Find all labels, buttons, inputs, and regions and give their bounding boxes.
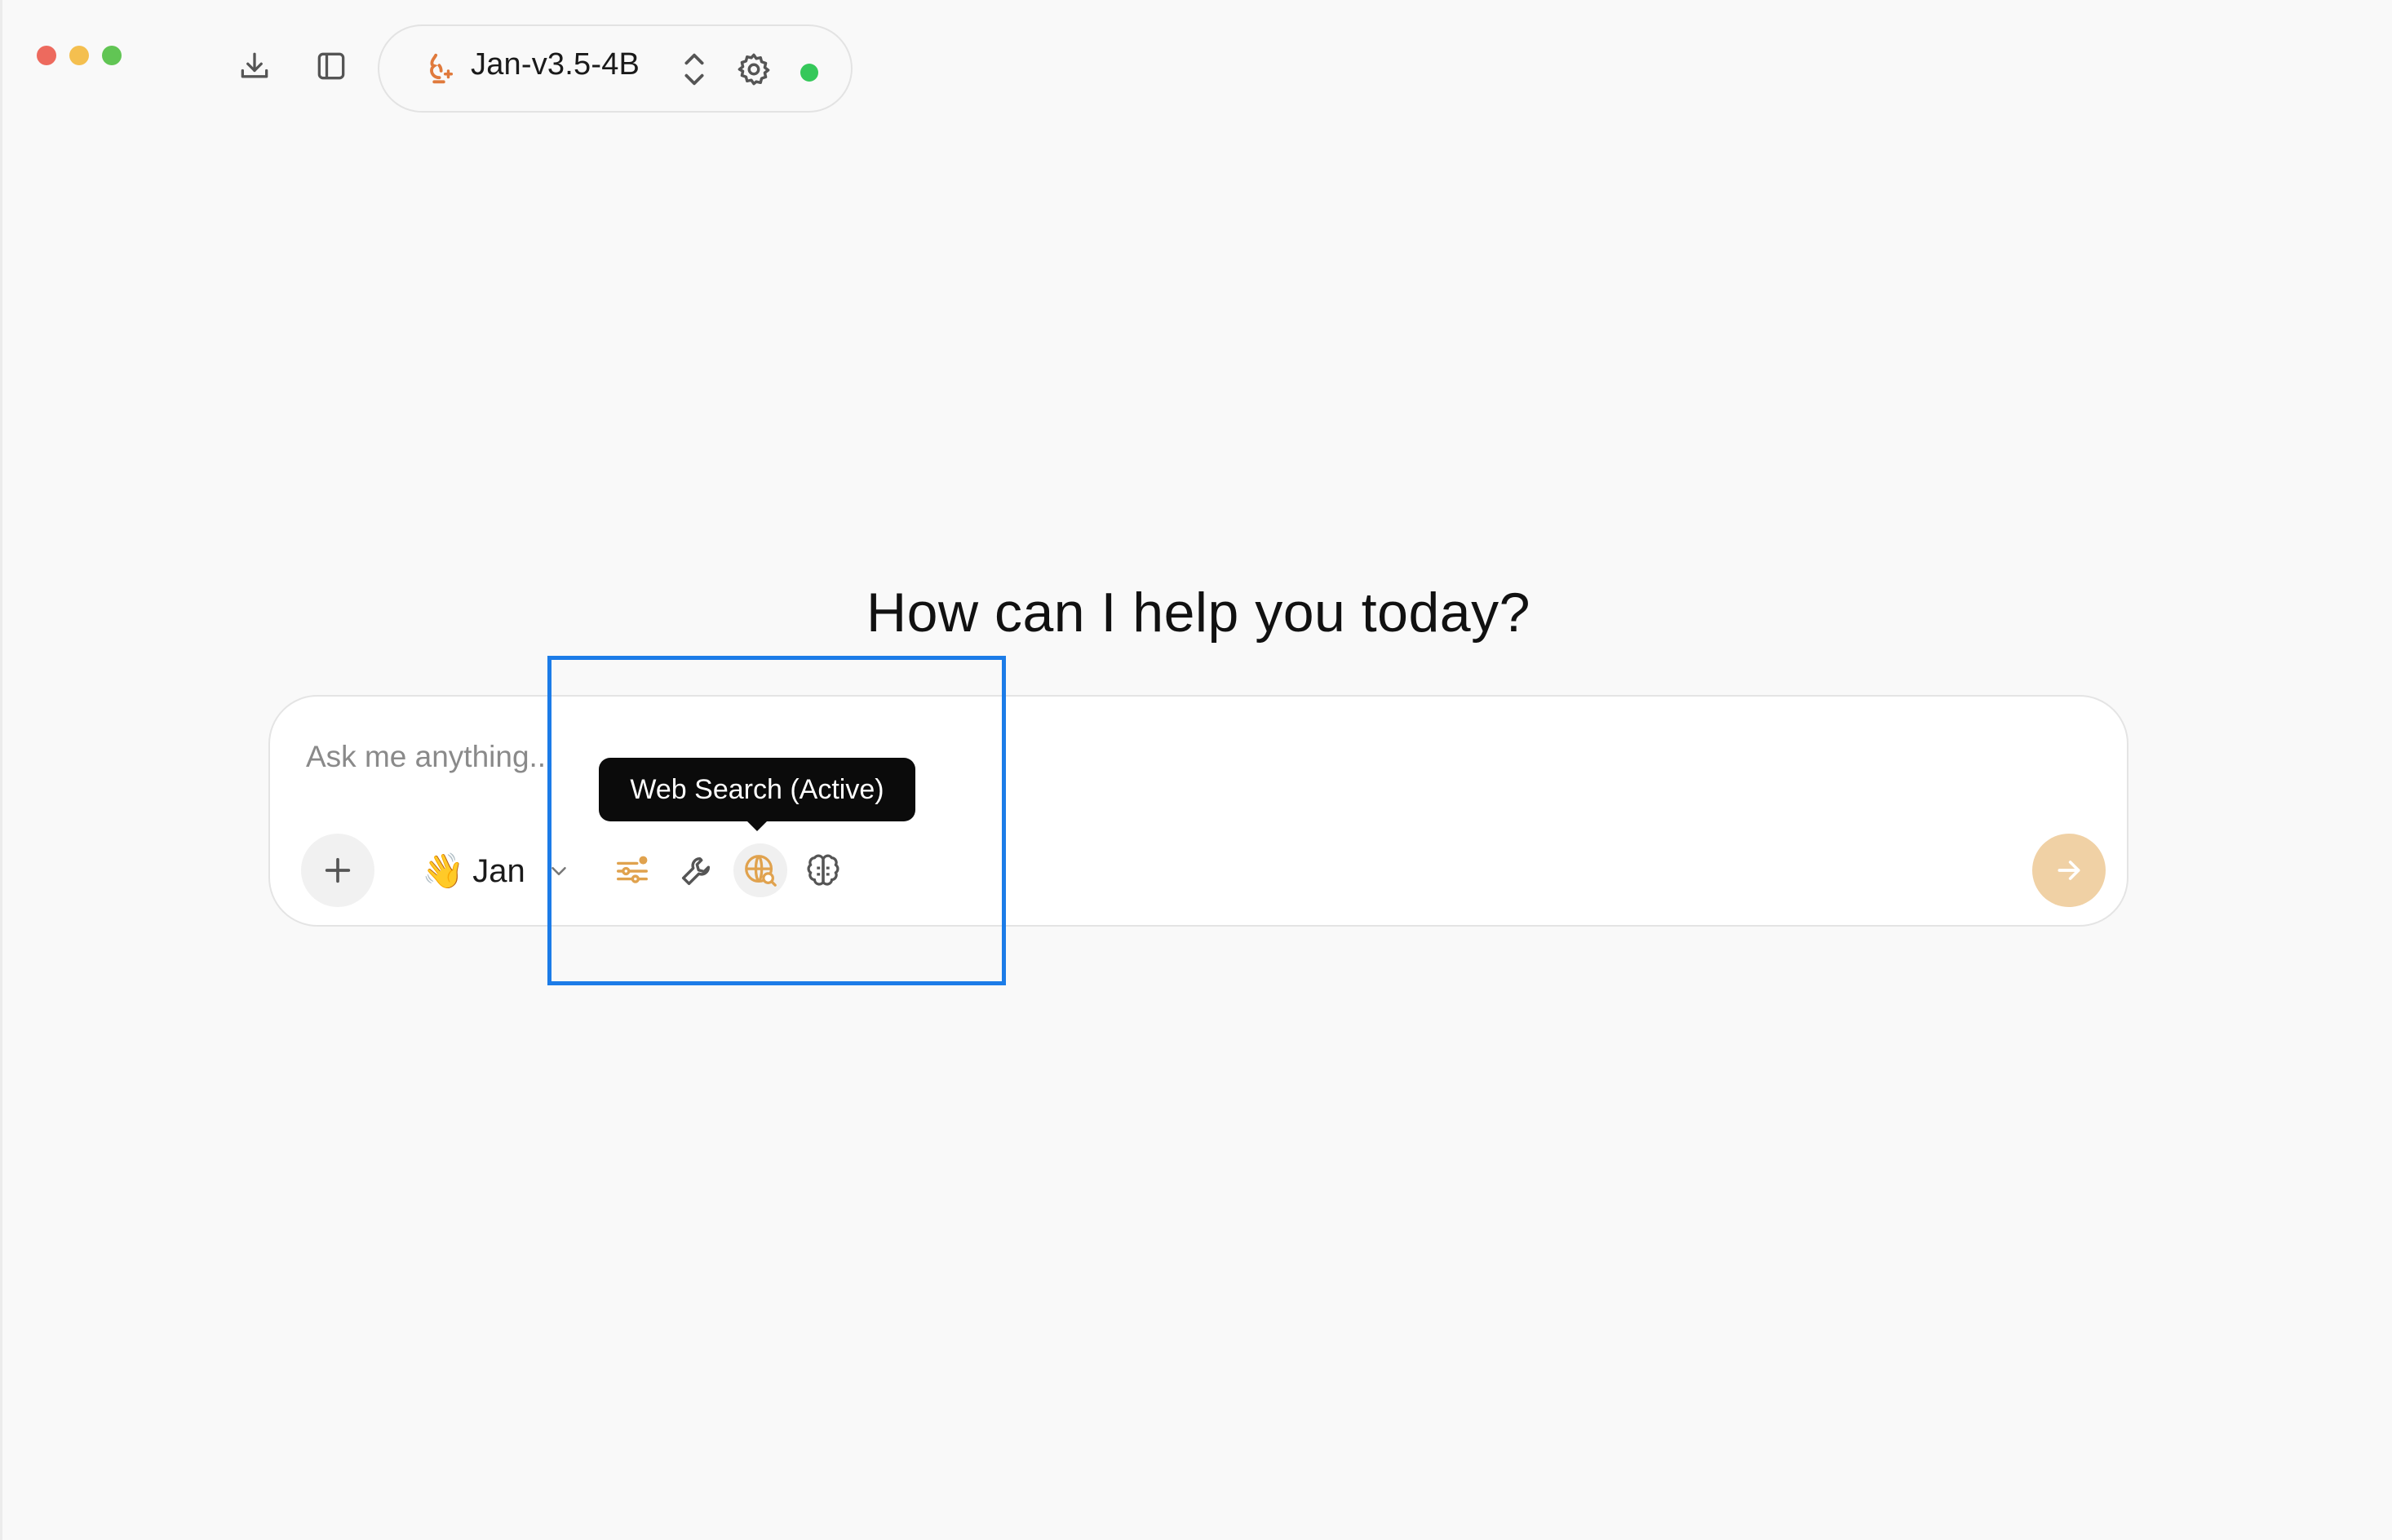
- gear-icon[interactable]: [735, 51, 773, 88]
- sidebar-toggle-icon[interactable]: [312, 47, 350, 85]
- model-status-indicator: [800, 64, 818, 82]
- chevron-down-icon: [551, 867, 566, 875]
- wrench-icon[interactable]: [671, 847, 720, 896]
- chat-composer: 👋 Jan: [268, 695, 2128, 927]
- page-title: How can I help you today?: [866, 582, 1530, 644]
- brain-icon[interactable]: [799, 847, 848, 896]
- chat-input[interactable]: [306, 732, 1938, 781]
- download-icon[interactable]: [236, 47, 273, 85]
- jan-hand-logo-icon: [430, 53, 454, 84]
- globe-search-icon[interactable]: [733, 843, 787, 897]
- model-name: Jan-v3.5-4B: [471, 47, 640, 82]
- window-controls: [37, 46, 122, 65]
- assistant-name: Jan: [472, 852, 525, 889]
- minimize-window-button[interactable]: [69, 46, 89, 65]
- send-button[interactable]: [2032, 834, 2106, 907]
- assistant-selector[interactable]: 👋 Jan: [422, 848, 571, 894]
- chevron-updown-icon: [684, 53, 704, 86]
- add-attachment-button[interactable]: [301, 834, 374, 907]
- close-window-button[interactable]: [37, 46, 56, 65]
- tooltip-arrow: [746, 820, 769, 831]
- arrow-right-icon: [2058, 861, 2080, 880]
- app-window: Jan-v3.5-4B How can I help you today? 👋 …: [0, 0, 2392, 1540]
- sliders-icon[interactable]: [608, 847, 657, 896]
- maximize-window-button[interactable]: [102, 46, 122, 65]
- web-search-tooltip: Web Search (Active): [599, 758, 915, 821]
- waving-hand-icon: 👋: [422, 851, 465, 891]
- model-selector[interactable]: Jan-v3.5-4B: [378, 24, 853, 113]
- plus-icon: [325, 857, 351, 883]
